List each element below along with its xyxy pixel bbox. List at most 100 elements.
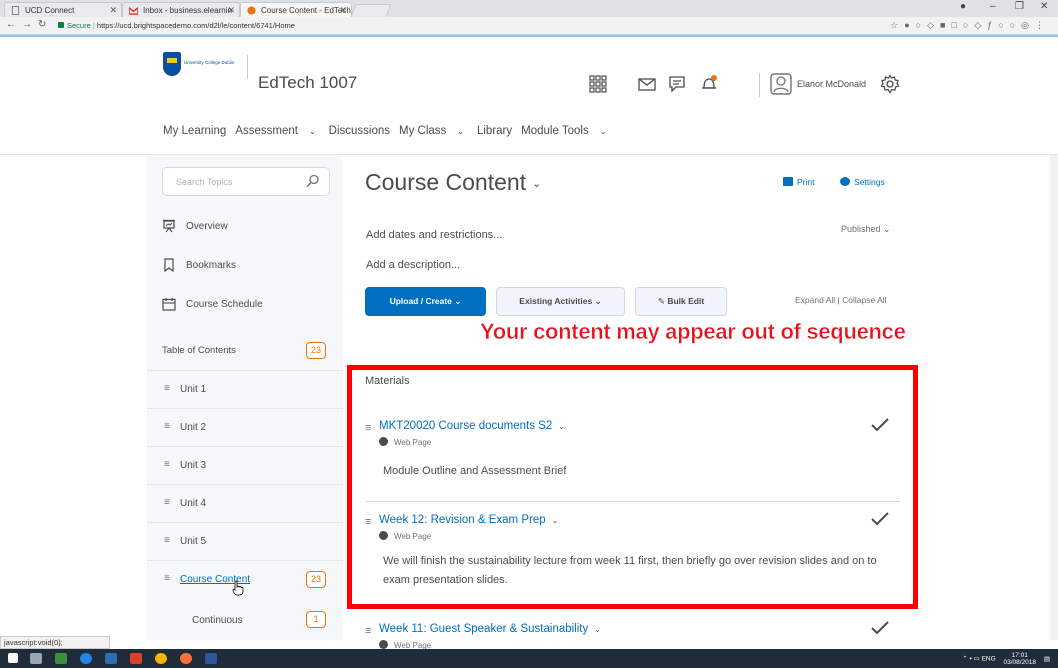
chrome-browser-icon[interactable] — [155, 653, 167, 664]
toc-item-label: Unit 3 — [180, 460, 207, 471]
new-tab-button[interactable] — [350, 4, 392, 17]
expand-all-link[interactable]: Expand All — [795, 295, 835, 305]
gear-icon[interactable] — [880, 74, 900, 94]
office-icon[interactable] — [130, 653, 142, 664]
close-icon[interactable]: ✕ — [227, 3, 235, 17]
chevron-down-icon[interactable]: ⌄ — [594, 625, 601, 634]
topic-link[interactable]: MKT20020 Course documents S2 ⌄ — [379, 420, 565, 432]
course-name[interactable]: EdTech 1007 — [258, 73, 357, 93]
user-avatar-icon[interactable] — [770, 73, 792, 95]
add-description-link[interactable]: Add a description... — [366, 259, 460, 271]
globe-icon — [379, 531, 388, 540]
chevron-down-icon[interactable]: ⌄ — [552, 516, 559, 525]
chevron-down-icon: ⌄ — [883, 224, 891, 234]
topic-link[interactable]: Week 11: Guest Speaker & Sustainability ⌄ — [379, 623, 601, 635]
chevron-down-icon[interactable]: ⌄ — [532, 178, 541, 190]
toc-item-label: Unit 2 — [180, 422, 207, 433]
search-topics-input[interactable]: Search Topics — [162, 167, 330, 196]
nav-assessment[interactable]: Assessment ⌄ — [235, 125, 319, 137]
word-icon[interactable] — [205, 653, 217, 664]
existing-activities-button[interactable]: Existing Activities ⌄ — [496, 287, 625, 316]
topic-item[interactable]: ≡ Week 12: Revision & Exam Prep ⌄ Web Pag… — [365, 512, 905, 594]
close-icon[interactable]: ✕ — [339, 3, 347, 17]
collapse-all-link[interactable]: Collapse All — [842, 295, 886, 305]
store-icon[interactable] — [55, 653, 67, 664]
back-icon[interactable]: ← — [6, 19, 16, 30]
firefox-browser-icon[interactable] — [180, 653, 192, 664]
reload-icon[interactable]: ↻ — [38, 19, 46, 30]
count-badge: 23 — [306, 571, 326, 588]
toc-item-unit-2[interactable]: ≡ Unit 2 — [147, 408, 343, 446]
toc-item-unit-5[interactable]: ≡ Unit 5 — [147, 522, 343, 560]
close-icon[interactable]: ✕ — [109, 3, 117, 17]
message-envelope-icon[interactable] — [638, 75, 656, 93]
task-view-icon[interactable] — [30, 653, 42, 664]
drag-handle-icon[interactable]: ≡ — [365, 422, 371, 434]
extension-icons[interactable]: ☆●○◇■□○◇ƒ○○◎⋮ — [890, 20, 1050, 31]
pencil-icon: ✎ — [657, 296, 665, 306]
browser-tab-ucd-connect[interactable]: UCD Connect ✕ — [4, 2, 122, 17]
table-of-contents-heading[interactable]: Table of Contents — [162, 345, 236, 356]
toc-item-continuous[interactable]: Continuous 1 — [147, 603, 343, 641]
outlook-icon[interactable] — [105, 653, 117, 664]
drag-handle-icon[interactable]: ≡ — [164, 459, 170, 470]
chevron-down-icon[interactable]: ⌄ — [558, 422, 565, 431]
clock[interactable]: 17:01 03/08/2018 — [1003, 652, 1036, 666]
user-name[interactable]: Elanor McDonald — [797, 79, 866, 89]
topic-item[interactable]: ≡ MKT20020 Course documents S2 ⌄ Web Page… — [365, 418, 905, 490]
toc-item-course-content[interactable]: ≡ Course Content 23 — [147, 560, 343, 598]
close-window-icon[interactable]: ✕ — [1040, 1, 1048, 12]
topic-link[interactable]: Week 12: Revision & Exam Prep ⌄ — [379, 514, 558, 526]
drag-handle-icon[interactable]: ≡ — [164, 421, 170, 432]
browser-tab-course-content[interactable]: Course Content - EdTech ✕ — [240, 2, 352, 17]
add-dates-link[interactable]: Add dates and restrictions... — [366, 229, 502, 241]
checkmark-icon — [871, 621, 889, 635]
course-selector-grid-icon[interactable] — [589, 75, 607, 93]
drag-handle-icon[interactable]: ≡ — [164, 535, 170, 546]
language-indicator[interactable]: ENG — [982, 656, 996, 663]
address-bar[interactable]: Secure | https://ucd.brightspacedemo.com… — [58, 19, 378, 32]
windows-start-icon[interactable] — [8, 653, 18, 663]
drag-handle-icon[interactable]: ≡ — [164, 383, 170, 394]
ucd-logo[interactable]: University College Dublin — [163, 52, 235, 82]
nav-discussions[interactable]: Discussions — [329, 125, 390, 137]
page-scrollbar[interactable] — [1050, 155, 1058, 640]
edge-browser-icon[interactable] — [80, 653, 92, 664]
profile-icon[interactable]: ● — [960, 1, 966, 12]
published-dropdown[interactable]: Published ⌄ — [841, 224, 891, 235]
search-icon[interactable] — [306, 174, 320, 188]
drag-handle-icon[interactable]: ≡ — [164, 497, 170, 508]
minimize-icon[interactable]: – — [990, 1, 996, 12]
nav-my-learning[interactable]: My Learning — [163, 125, 226, 137]
page-title[interactable]: Course Content ⌄ — [365, 169, 541, 196]
settings-button[interactable]: Settings — [840, 177, 885, 187]
toc-item-unit-3[interactable]: ≡ Unit 3 — [147, 446, 343, 484]
browser-status-bar: javascript:void(0); — [0, 636, 110, 649]
tray-icons[interactable]: ⌃ ▪ ▭ — [962, 656, 981, 663]
forward-icon[interactable]: → — [22, 19, 32, 30]
topic-description: We will finish the sustainability lectur… — [383, 555, 877, 586]
upload-create-button[interactable]: Upload / Create ⌄ — [365, 287, 486, 316]
nav-library[interactable]: Library — [477, 125, 512, 137]
page-icon — [11, 6, 20, 15]
drag-handle-icon[interactable]: ≡ — [365, 516, 371, 528]
drag-handle-icon[interactable]: ≡ — [164, 573, 170, 584]
system-tray: ⌃ ▪ ▭ ENG 17:01 03/08/2018 ▤ — [962, 652, 1050, 666]
notification-bell-icon[interactable] — [700, 75, 718, 93]
toc-item-label: Unit 5 — [180, 536, 207, 547]
drag-handle-icon[interactable]: ≡ — [365, 625, 371, 637]
toc-item-unit-1[interactable]: ≡ Unit 1 — [147, 370, 343, 408]
print-button[interactable]: Print — [783, 177, 814, 187]
browser-tab-inbox[interactable]: Inbox - business.elearnin ✕ — [122, 2, 240, 17]
nav-my-class[interactable]: My Class ⌄ — [399, 125, 468, 137]
toc-item-unit-4[interactable]: ≡ Unit 4 — [147, 484, 343, 522]
topic-item[interactable]: ≡ Week 11: Guest Speaker & Sustainabilit… — [365, 621, 905, 650]
clock-date: 03/08/2018 — [1003, 659, 1037, 666]
maximize-icon[interactable]: ❐ — [1015, 1, 1024, 12]
notifications-icon[interactable]: ▤ — [1044, 656, 1050, 663]
bulk-edit-button[interactable]: ✎ Bulk Edit — [635, 287, 727, 316]
module-heading-materials[interactable]: Materials — [365, 375, 410, 387]
calendar-icon — [162, 298, 176, 311]
discussions-chat-icon[interactable] — [668, 75, 686, 93]
nav-module-tools[interactable]: Module Tools ⌄ — [521, 125, 610, 137]
